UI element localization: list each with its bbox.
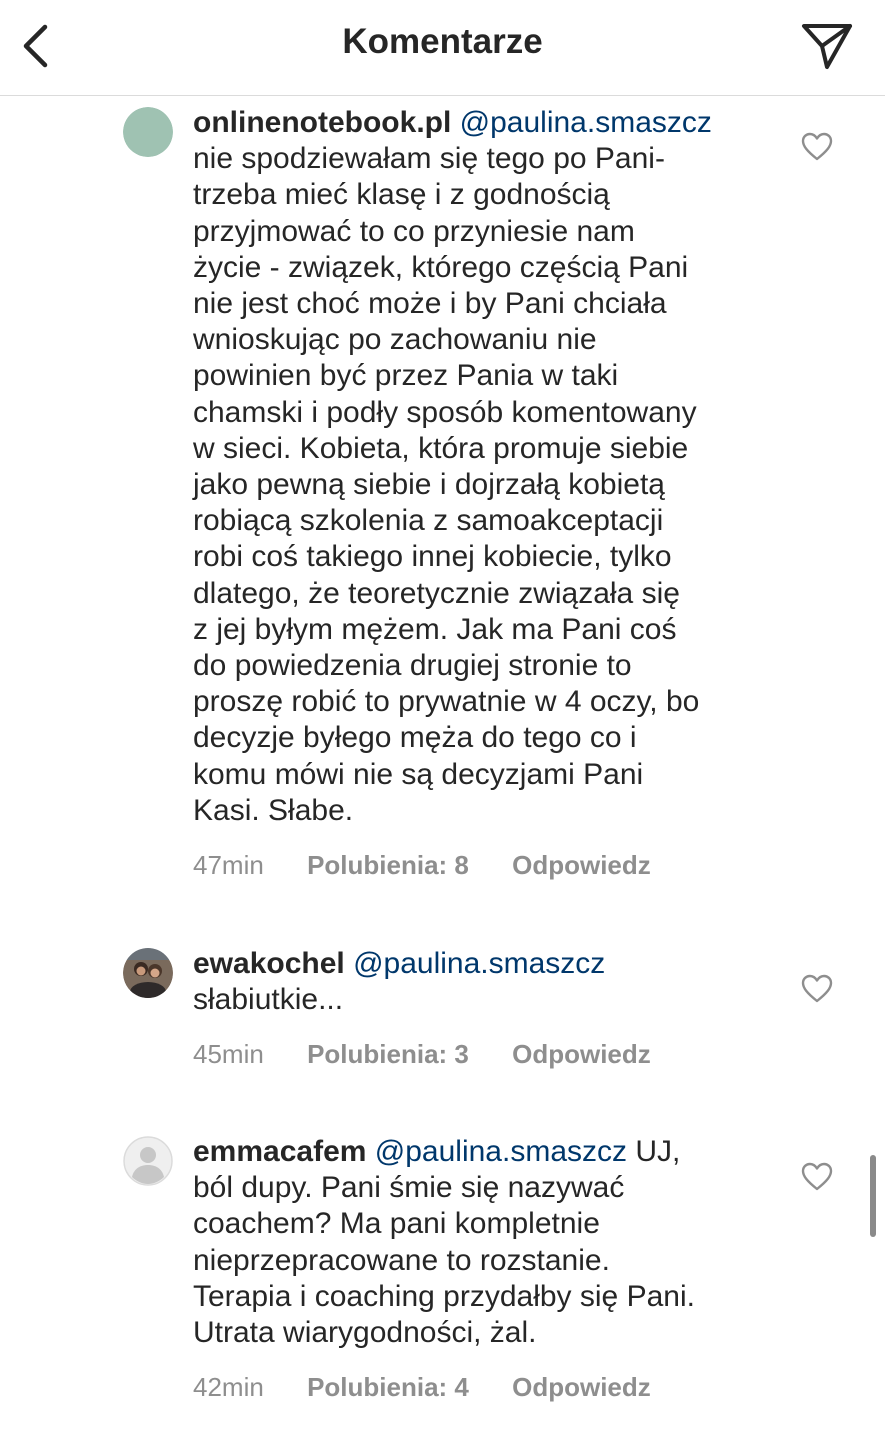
heart-icon[interactable]	[800, 130, 834, 164]
avatar[interactable]	[123, 1136, 173, 1186]
reply-button[interactable]: Odpowiedz	[512, 850, 651, 881]
comment-likes-count[interactable]: Polubienia: 3	[307, 1039, 469, 1070]
comment-timestamp: 45min	[193, 1039, 264, 1069]
comment-line: trzeba mieć klasę i z godnością	[193, 178, 610, 212]
comment-username[interactable]: emmacafem	[193, 1135, 366, 1168]
comment-username[interactable]: onlinenotebook.pl	[193, 106, 451, 139]
comment-likes-count[interactable]: Polubienia: 4	[307, 1372, 469, 1403]
comment-line: emmacafem @paulina.smaszcz UJ,	[193, 1134, 773, 1170]
comment-timestamp: 42min	[193, 1372, 264, 1402]
avatar[interactable]	[123, 107, 173, 157]
avatar-image	[123, 948, 173, 998]
comment-likes-count[interactable]: Polubienia: 8	[307, 850, 469, 881]
comment-body: emmacafem @paulina.smaszcz UJ, ból dupy.…	[193, 1134, 773, 1351]
comment-line: chamski i podły sposób komentowany	[193, 395, 697, 429]
comment-line: robi coś takiego innej kobiecie, tylko	[193, 540, 672, 574]
comment-line: decyzje byłego męża do tego co i	[193, 721, 637, 755]
comment-username[interactable]: ewakochel	[193, 947, 345, 980]
comment-line: Utrata wiarygodności, żal.	[193, 1316, 537, 1350]
comment-line: nie jest choć może i by Pani chciała	[193, 287, 667, 321]
comment-body: ewakochel @paulina.smaszcz słabiutkie...	[193, 946, 773, 1018]
comment-line: do powiedzenia drugiej stronie to	[193, 649, 632, 683]
comment-body: onlinenotebook.pl @paulina.smaszcz nie s…	[193, 105, 773, 829]
comment-mention[interactable]: @paulina.smaszcz	[460, 106, 712, 139]
comment-line: ból dupy. Pani śmie się nazywać	[193, 1171, 625, 1205]
comment-line: powinien być przez Pania w taki	[193, 359, 619, 393]
comment-line: dlatego, że teoretycznie związała się	[193, 576, 680, 610]
page-title: Komentarze	[342, 22, 543, 61]
comment-text-fragment: UJ,	[635, 1135, 681, 1168]
avatar-image	[123, 107, 173, 157]
comment-line: przyjmować to co przyniesie nam	[193, 214, 635, 248]
comment-meta: 42min Polubienia: 4 Odpowiedz	[193, 1372, 651, 1403]
comment-line: słabiutkie...	[193, 983, 344, 1017]
comment-meta: 45min Polubienia: 3 Odpowiedz	[193, 1039, 651, 1070]
comment-line: z jej byłym mężem. Jak ma Pani coś	[193, 612, 677, 646]
comment-line: życie - związek, którego częścią Pani	[193, 250, 689, 284]
comment-line: nie spodziewałam się tego po Pani-	[193, 142, 665, 176]
comment-mention[interactable]: @paulina.smaszcz	[375, 1135, 627, 1168]
reply-button[interactable]: Odpowiedz	[512, 1372, 651, 1403]
comment-line: Kasi. Słabe.	[193, 793, 354, 827]
comment-mention[interactable]: @paulina.smaszcz	[353, 947, 605, 980]
comment-line: onlinenotebook.pl @paulina.smaszcz	[193, 105, 773, 141]
avatar[interactable]	[123, 948, 173, 998]
comment-line: coachem? Ma pani kompletnie	[193, 1207, 600, 1241]
reply-button[interactable]: Odpowiedz	[512, 1039, 651, 1070]
comment-line: komu mówi nie są decyzjami Pani	[193, 757, 644, 791]
share-button[interactable]	[799, 18, 855, 74]
comment-line: jako pewną siebie i dojrzałą kobietą	[193, 468, 665, 502]
comment-line: robiącą szkolenia z samoakceptacji	[193, 504, 664, 538]
comment-line: ewakochel @paulina.smaszcz	[193, 946, 773, 982]
default-avatar-icon	[123, 1136, 173, 1186]
comment-line: nieprzepracowane to rozstanie.	[193, 1243, 610, 1277]
comment-meta: 47min Polubienia: 8 Odpowiedz	[193, 850, 651, 881]
heart-icon[interactable]	[800, 1160, 834, 1194]
paper-plane-icon	[802, 24, 852, 69]
heart-icon[interactable]	[800, 972, 834, 1006]
scrollbar[interactable]	[870, 1155, 876, 1237]
header-bar: Komentarze	[0, 0, 885, 96]
comment-line: w sieci. Kobieta, która promuje siebie	[193, 431, 689, 465]
comment-timestamp: 47min	[193, 850, 264, 880]
comment-line: proszę robić to prywatnie w 4 oczy, bo	[193, 685, 700, 719]
comment-line: wnioskując po zachowaniu nie	[193, 323, 597, 357]
comment-line: Terapia i coaching przydałby się Pani.	[193, 1279, 695, 1313]
